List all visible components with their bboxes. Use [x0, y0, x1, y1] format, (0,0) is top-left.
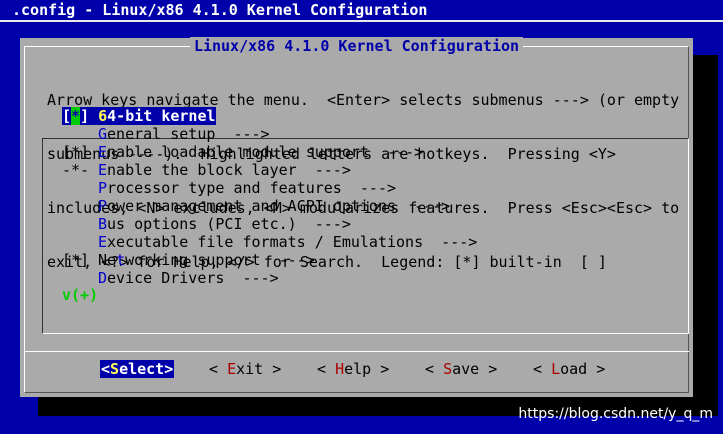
- menu-item-label: ower management and ACPI options --->: [107, 197, 451, 215]
- dialog-title-bar: Linux/x86 4.1.0 Kernel Configuration: [20, 37, 693, 55]
- menu-item-hotkey: t: [116, 251, 126, 269]
- more-items-indicator: v(+): [62, 286, 99, 304]
- menu-item-prefix[interactable]: [*]: [62, 251, 98, 269]
- menu-item-label: evice Drivers --->: [107, 269, 279, 287]
- menu-item-prefix: [62, 197, 98, 215]
- menu-item-label: xecutable file formats / Emulations --->: [107, 233, 478, 251]
- menu-item-hotkey: G: [98, 125, 108, 143]
- button-divider: [24, 351, 689, 352]
- menu-item-prefix: -*-: [62, 161, 90, 179]
- help-button[interactable]: < Help >: [317, 360, 389, 378]
- menu-item-prefix: [62, 179, 98, 197]
- select-button[interactable]: <Select>: [100, 360, 175, 378]
- menu-item-label: nable the block layer --->: [107, 161, 351, 179]
- title-underline: [0, 20, 723, 22]
- menu-item-hotkey: 6: [98, 107, 108, 125]
- menu-item-label: eneral setup --->: [107, 125, 270, 143]
- exit-button[interactable]: < Exit >: [209, 360, 281, 378]
- menu-item-hotkey: D: [98, 269, 108, 287]
- terminal-window: .config - Linux/x86 4.1.0 Kernel Configu…: [0, 0, 723, 434]
- save-button[interactable]: < Save >: [425, 360, 497, 378]
- menu-item-checkbox[interactable]: [*]: [62, 107, 90, 125]
- menu-item-label: working support --->: [125, 251, 315, 269]
- menu-item-prefix: [62, 215, 98, 233]
- dialog-title: Linux/x86 4.1.0 Kernel Configuration: [189, 37, 524, 55]
- menu-item-label: 4-bit kernel: [107, 107, 216, 125]
- menu-item-power-management[interactable]: Power management and ACPI options --->: [62, 197, 662, 215]
- menu-item-prefix: [62, 269, 98, 287]
- menu-list: [*] 64-bit kernel General setup ---> [*]…: [62, 107, 662, 287]
- menu-item-hotkey: B: [98, 215, 108, 233]
- menu-item-prefix: [62, 125, 98, 143]
- menu-item-hotkey: E: [98, 161, 108, 179]
- menu-item-processor-type[interactable]: Processor type and features --->: [62, 179, 662, 197]
- menu-item-executable-formats[interactable]: Executable file formats / Emulations ---…: [62, 233, 662, 251]
- menu-item-hotkey: E: [98, 143, 108, 161]
- menu-item-prefix: [62, 233, 98, 251]
- menu-item-networking-support[interactable]: [*] Ne t working support --->: [62, 251, 662, 269]
- menu-item-label: us options (PCI etc.) --->: [107, 215, 351, 233]
- watermark-text: https://blog.csdn.net/y_q_m: [518, 406, 713, 422]
- menu-item-hotkey: P: [98, 197, 108, 215]
- menu-item-hotkey: P: [98, 179, 108, 197]
- menu-item-loadable-module-support[interactable]: [*] Enable loadable module support --->: [62, 143, 662, 161]
- menu-item-prefix[interactable]: [*]: [62, 143, 98, 161]
- menu-item-bus-options[interactable]: Bus options (PCI etc.) --->: [62, 215, 662, 233]
- menu-item-label-pre: Ne: [98, 251, 117, 269]
- menu-item-general-setup[interactable]: General setup --->: [62, 125, 662, 143]
- menu-item-label: rocessor type and features --->: [107, 179, 397, 197]
- menu-item-label: nable loadable module support --->: [107, 143, 424, 161]
- button-bar: <Select> < Exit > < Help > < Save > < Lo…: [100, 360, 700, 378]
- menu-item-64bit-kernel[interactable]: [*] 64-bit kernel: [62, 107, 662, 125]
- window-title: .config - Linux/x86 4.1.0 Kernel Configu…: [12, 1, 428, 19]
- menu-item-hotkey: E: [98, 233, 108, 251]
- menu-item-block-layer[interactable]: -*- Enable the block layer --->: [62, 161, 662, 179]
- menu-item-device-drivers[interactable]: Device Drivers --->: [62, 269, 662, 287]
- load-button[interactable]: < Load >: [533, 360, 605, 378]
